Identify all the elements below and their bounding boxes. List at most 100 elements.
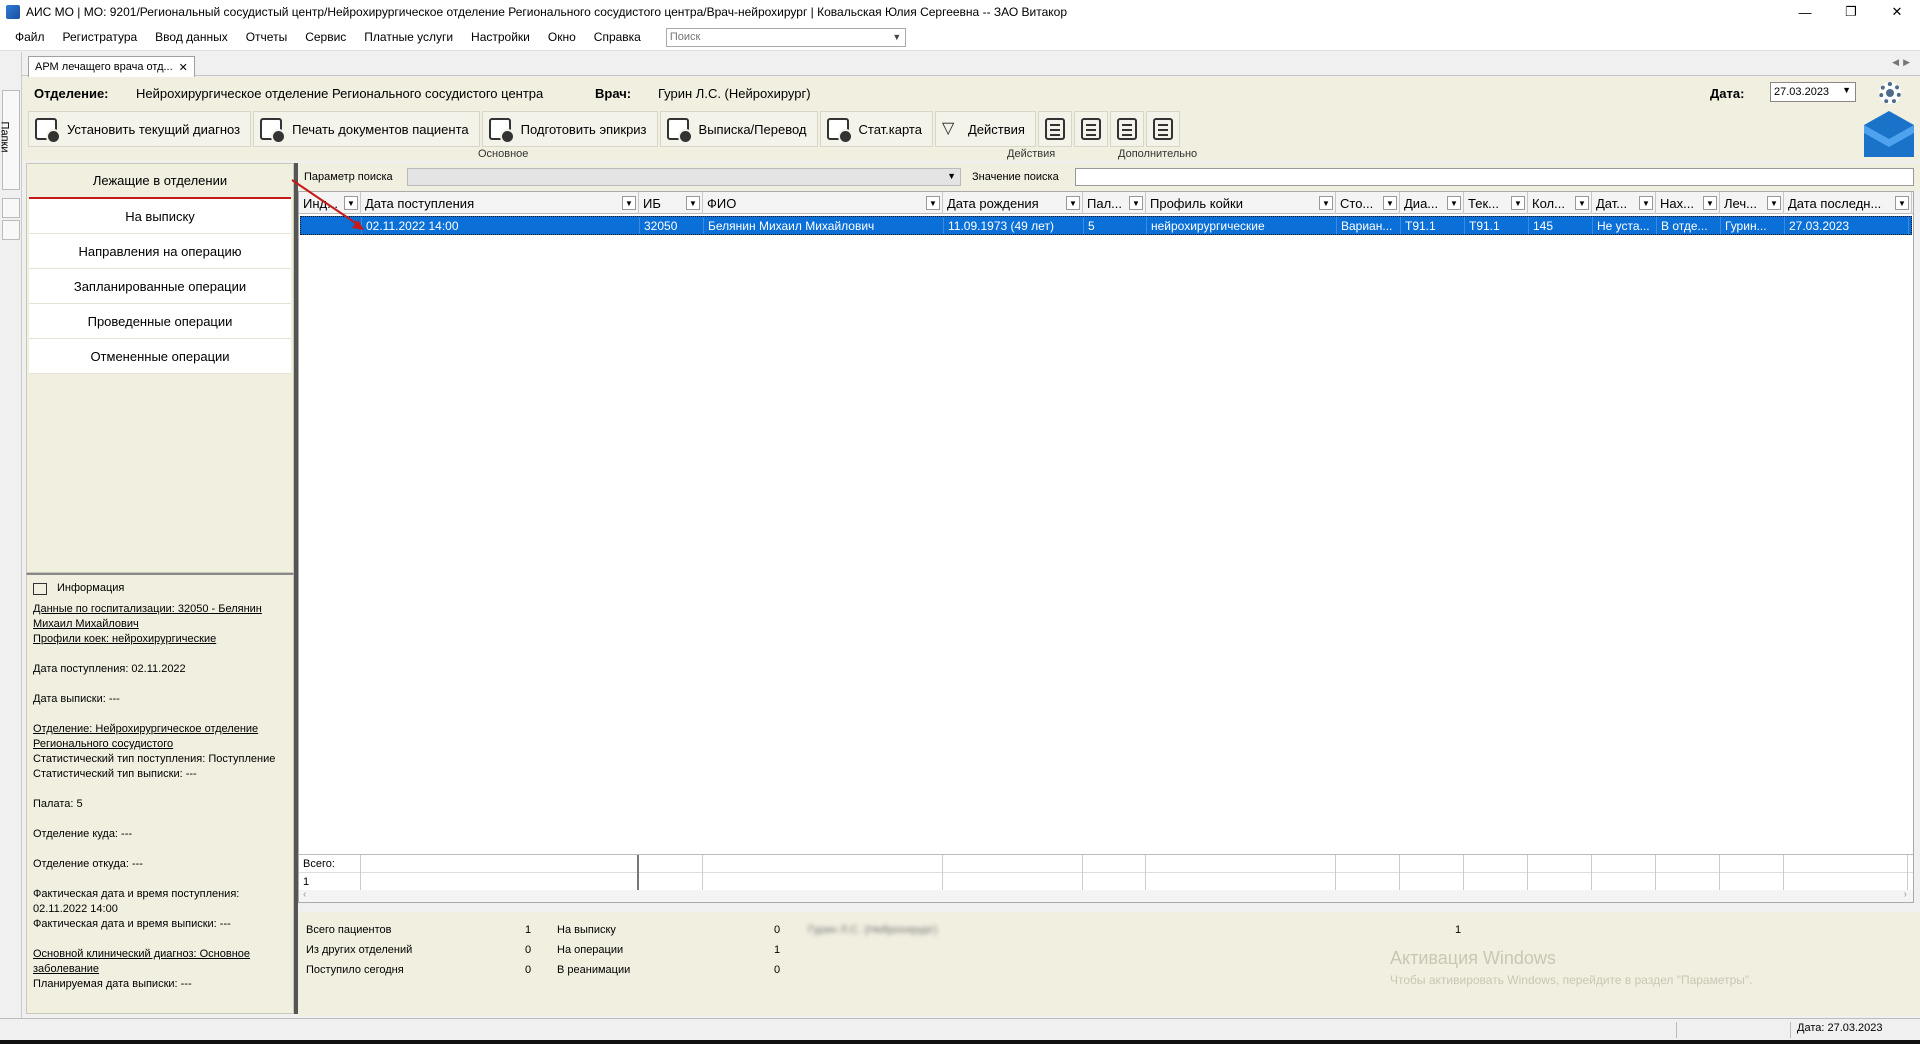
menu-file[interactable]: Файл — [0, 24, 54, 51]
status-cell — [1676, 1022, 1794, 1038]
table-row[interactable]: 02.11.2022 14:00 32050 Белянин Михаил Ми… — [300, 216, 1912, 235]
filter-icon[interactable]: ▼ — [1447, 196, 1461, 210]
filter-icon[interactable]: ▼ — [1639, 196, 1653, 210]
close-tab-icon[interactable]: ✕ — [179, 61, 188, 74]
filter-icon[interactable]: ▼ — [1703, 196, 1717, 210]
total-patients-value: 1 — [525, 924, 532, 936]
extra-button-1[interactable] — [1037, 111, 1072, 147]
column-header[interactable]: ФИО ▼ — [703, 192, 943, 214]
column-header[interactable]: Диа... ▼ — [1400, 192, 1464, 214]
actions-button[interactable]: Действия — [934, 111, 1036, 147]
date-value: 27.03.2023 — [1774, 86, 1830, 98]
column-header[interactable]: ИБ ▼ — [639, 192, 703, 214]
prepare-epicrisis-button[interactable]: Подготовить эпикриз — [481, 111, 658, 147]
filter-icon[interactable]: ▼ — [1066, 196, 1080, 210]
menu-data-entry[interactable]: Ввод данных — [146, 24, 237, 51]
stat-card-label: Стат.карта — [858, 121, 922, 137]
menu-search-box[interactable]: ▼ — [665, 27, 906, 47]
folders-tab[interactable]: Папки — [0, 90, 20, 190]
scroll-left-icon[interactable]: ‹ — [303, 889, 306, 900]
menu-reports[interactable]: Отчеты — [237, 24, 296, 51]
total-count: 1 — [299, 873, 361, 891]
bed-profile-link[interactable]: Профили коек: нейрохирургические — [33, 633, 216, 645]
menu-settings[interactable]: Настройки — [462, 24, 539, 51]
gear-icon[interactable] — [1879, 82, 1901, 104]
column-header[interactable]: Пал... ▼ — [1083, 192, 1146, 214]
close-window-button[interactable]: ✕ — [1874, 0, 1920, 24]
to-discharge-value: 0 — [774, 924, 781, 936]
column-header[interactable]: Дата последн... ▼ — [1784, 192, 1912, 214]
filter-icon[interactable]: ▼ — [1129, 196, 1143, 210]
column-header[interactable]: Сто... ▼ — [1336, 192, 1400, 214]
filter-icon[interactable]: ▼ — [1767, 196, 1781, 210]
filter-icon[interactable]: ▼ — [1383, 196, 1397, 210]
column-header[interactable]: Тек... ▼ — [1464, 192, 1528, 214]
extra-button-4[interactable] — [1145, 111, 1180, 147]
search-value-input[interactable] — [1075, 168, 1914, 186]
document-tab-strip: АРМ лечащего врача отд... ✕ ◀▶ — [22, 52, 1920, 77]
chevron-down-icon[interactable]: ▼ — [889, 32, 905, 42]
filter-icon[interactable]: ▼ — [622, 196, 636, 210]
resus-label: В реанимации — [557, 964, 631, 976]
cell-count: 145 — [1529, 217, 1593, 234]
grid-totals: Всего: 1 — [299, 854, 1913, 891]
filter-icon[interactable]: ▼ — [686, 196, 700, 210]
nav-planned-operations[interactable]: Запланированные операции — [29, 269, 291, 304]
cell-location: В отде... — [1657, 217, 1721, 234]
extra-button-3[interactable] — [1109, 111, 1144, 147]
cell-case-number: 32050 — [640, 217, 704, 234]
column-header[interactable]: Дата поступления ▼ — [361, 192, 639, 214]
scroll-right-icon[interactable]: › — [1904, 889, 1907, 900]
stat-card-button[interactable]: Стат.карта — [819, 111, 933, 147]
from-other-label: Из других отделений — [306, 944, 413, 956]
diagnosis-link[interactable]: Основной клинический диагноз: Основное з… — [33, 948, 250, 975]
horizontal-scrollbar[interactable]: ‹ › — [299, 889, 1913, 902]
nav-completed-operations[interactable]: Проведенные операции — [29, 304, 291, 339]
department-link[interactable]: Отделение: Нейрохирургическое отделение … — [33, 723, 258, 750]
search-param-select[interactable]: ▼ — [407, 168, 961, 186]
menu-paid-services[interactable]: Платные услуги — [355, 24, 462, 51]
watermark-line2: Чтобы активировать Windows, перейдите в … — [1390, 973, 1753, 987]
search-value-label: Значение поиска — [972, 171, 1059, 183]
column-header[interactable]: Дата рождения ▼ — [943, 192, 1083, 214]
tab-scroll-arrows[interactable]: ◀▶ — [1892, 57, 1914, 68]
today-value: 0 — [525, 964, 532, 976]
menu-registry[interactable]: Регистратура — [54, 24, 147, 51]
set-diagnosis-button[interactable]: Установить текущий диагноз — [28, 111, 252, 147]
date-picker[interactable]: 27.03.2023 ▼ — [1770, 82, 1856, 102]
filter-icon[interactable]: ▼ — [1319, 196, 1333, 210]
column-header[interactable]: Леч... ▼ — [1720, 192, 1784, 214]
menu-window[interactable]: Окно — [539, 24, 585, 51]
doctor-value: Гурин Л.С. (Нейрохирург) — [658, 86, 811, 101]
filter-icon[interactable]: ▼ — [1511, 196, 1525, 210]
filter-icon[interactable]: ▼ — [1895, 196, 1909, 210]
column-label: Дата последн... — [1788, 195, 1882, 211]
nav-in-department[interactable]: Лежащие в отделении — [29, 164, 291, 199]
nav-cancelled-operations[interactable]: Отмененные операции — [29, 339, 291, 374]
today-label: Поступило сегодня — [306, 964, 404, 976]
menu-service[interactable]: Сервис — [296, 24, 355, 51]
window-controls: — ❐ ✕ — [1782, 0, 1920, 24]
discharge-transfer-button[interactable]: Выписка/Перевод — [659, 111, 818, 147]
nav-to-discharge[interactable]: На выписку — [29, 199, 291, 234]
restore-button[interactable]: ❐ — [1828, 0, 1874, 24]
print-documents-button[interactable]: Печать документов пациента — [253, 111, 480, 147]
column-header[interactable]: Профиль койки ▼ — [1146, 192, 1336, 214]
column-label: Профиль койки — [1150, 195, 1244, 211]
filter-icon[interactable]: ▼ — [926, 196, 940, 210]
menu-search-input[interactable] — [666, 28, 889, 46]
minimize-button[interactable]: — — [1782, 0, 1828, 24]
extra-button-2[interactable] — [1073, 111, 1108, 147]
tab-arm-doctor[interactable]: АРМ лечащего врача отд... ✕ — [28, 56, 195, 77]
rail-button[interactable] — [2, 198, 20, 218]
filter-icon[interactable]: ▼ — [1575, 196, 1589, 210]
chevron-down-icon[interactable]: ▼ — [947, 171, 956, 181]
menu-help[interactable]: Справка — [585, 24, 650, 51]
column-header[interactable]: Нах... ▼ — [1656, 192, 1720, 214]
column-header[interactable]: Кол... ▼ — [1528, 192, 1592, 214]
nav-operation-referrals[interactable]: Направления на операцию — [29, 234, 291, 269]
hospitalization-link[interactable]: Данные по госпитализации: 32050 - Беляни… — [33, 603, 262, 630]
column-header[interactable]: Дат... ▼ — [1592, 192, 1656, 214]
rail-button[interactable] — [2, 220, 20, 240]
chevron-down-icon[interactable]: ▼ — [1842, 85, 1851, 95]
